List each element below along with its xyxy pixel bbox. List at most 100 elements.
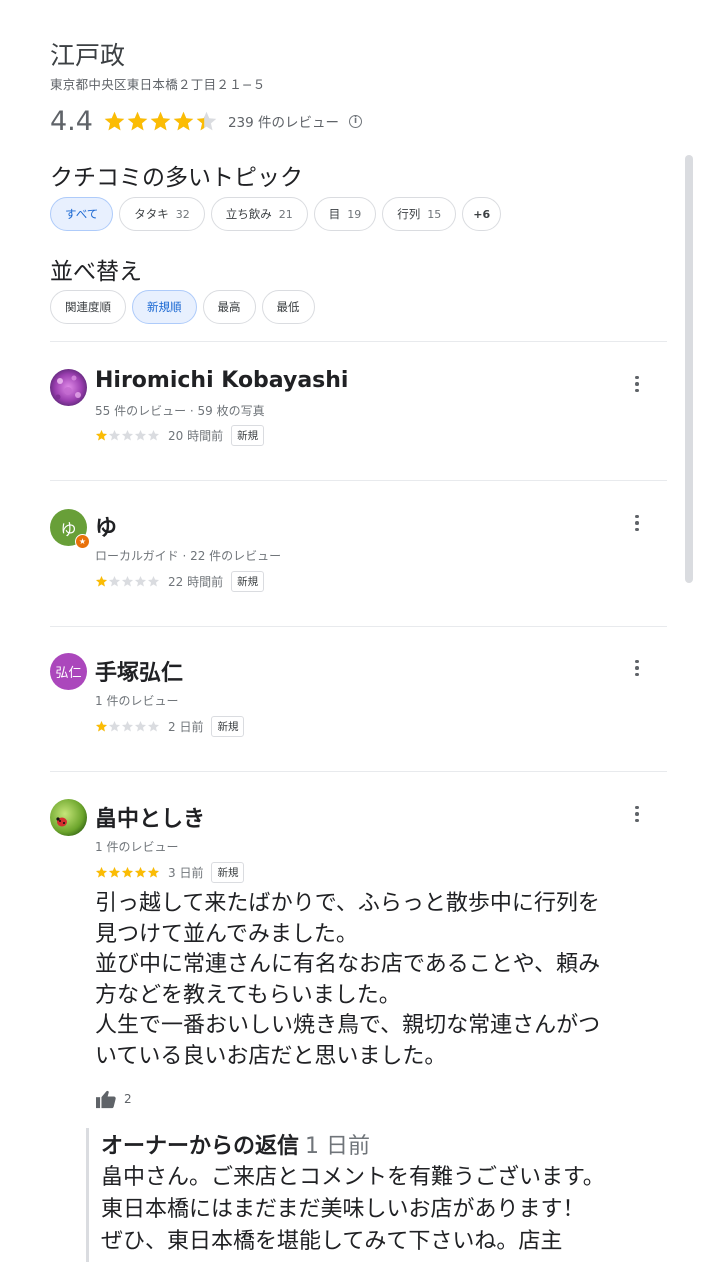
review-text-line: 並び中に常連さんに有名なお店であることや、頼み (95, 952, 601, 977)
star-icon (196, 111, 217, 130)
author-name[interactable]: Hiromichi Kobayashi (95, 368, 348, 393)
info-icon[interactable]: i (349, 114, 363, 128)
topic-chip-gyoretsu[interactable]: 行列 15 (382, 197, 457, 231)
star-icon (134, 720, 147, 731)
author-name[interactable]: 畠中としき (95, 801, 205, 833)
review-time: 20 時間前 (168, 428, 224, 443)
chip-label: 立ち飲み (225, 207, 272, 221)
author-meta: ローカルガイド · 22 件のレビュー (95, 549, 282, 563)
chip-label: +6 (473, 207, 491, 221)
more-options-icon[interactable] (628, 657, 646, 679)
more-options-icon[interactable] (628, 512, 646, 534)
owner-reply-header: オーナーからの返信 1 日前 (101, 1128, 676, 1162)
author-meta: 1 件のレビュー (95, 694, 179, 708)
sort-newest[interactable]: 新規順 (132, 290, 197, 324)
new-badge: 新規 (211, 715, 245, 737)
chip-label: 行列 (397, 207, 421, 221)
star-icon (147, 575, 160, 586)
star-icon (108, 429, 121, 440)
new-badge: 新規 (211, 861, 245, 883)
chip-count: 19 (347, 207, 362, 221)
more-options-icon[interactable] (628, 803, 646, 825)
review-text: 引っ越して来たばかりで、ふらっと散歩中に行列を 見つけて並んでみました。 並び中… (95, 889, 670, 1072)
star-icon (150, 111, 171, 130)
review-count[interactable]: 239 件のレビュー (228, 111, 339, 131)
avatar[interactable]: ゆ ★ (50, 509, 90, 549)
like-button[interactable]: 2 (95, 1089, 132, 1109)
new-badge: 新規 (231, 570, 265, 592)
topics-title: クチコミの多いトピック (50, 165, 303, 191)
avatar-photo (50, 799, 87, 836)
star-icon (95, 575, 108, 586)
owner-reply: オーナーからの返信 1 日前 畠中さん。ご来店とコメントを有難うございます。 東… (86, 1128, 676, 1262)
chip-label: 目 (328, 207, 341, 221)
thumbs-up-icon (96, 1090, 116, 1109)
star-icon (121, 720, 134, 731)
star-icon (95, 720, 108, 731)
review-rating-line: 22 時間前 新規 (95, 570, 265, 592)
sort-relevance[interactable]: 関連度順 (50, 290, 126, 324)
sort-lowest[interactable]: 最低 (261, 290, 315, 324)
review-time: 2 日前 (168, 719, 204, 734)
chip-count: 21 (278, 207, 293, 221)
place-address: 東京都中央区東日本橋２丁目２１−５ (50, 77, 266, 92)
local-guide-badge-icon: ★ (75, 534, 90, 549)
author-name[interactable]: ゆ (95, 510, 117, 542)
divider (50, 341, 667, 342)
owner-reply-time: 1 日前 (305, 1134, 371, 1159)
topic-chips: すべて タタキ 32 立ち飲み 21 目 19 行列 15 +6 (50, 197, 502, 231)
avatar[interactable]: 弘仁 (50, 653, 87, 690)
topic-chip-me[interactable]: 目 19 (313, 197, 377, 231)
scrollbar[interactable] (685, 155, 693, 583)
owner-reply-text: 畠中さん。ご来店とコメントを有難うございます。 東日本橋にはまだまだ美味しいお店… (101, 1162, 676, 1258)
topic-chip-more[interactable]: +6 (462, 197, 502, 231)
topic-chip-all[interactable]: すべて (50, 197, 114, 231)
avatar[interactable] (50, 799, 87, 836)
chip-label: タタキ (134, 207, 169, 221)
review-text-line: いている良いお店だと思いました。 (95, 1043, 447, 1069)
star-icon (134, 575, 147, 586)
review-rating-line: 2 日前 新規 (95, 715, 245, 737)
topic-chip-tachinomi[interactable]: 立ち飲み 21 (210, 197, 308, 231)
review-text-line: 見つけて並んでみました。 (95, 921, 358, 947)
star-icon (108, 866, 121, 877)
review-stars (95, 575, 160, 588)
star-icon (108, 575, 121, 586)
author-meta: 1 件のレビュー (95, 840, 179, 854)
divider (50, 771, 667, 772)
star-icon (147, 429, 160, 440)
owner-reply-line: ぜひ、東日本橋を堪能してみて下さいね。店主 (101, 1229, 563, 1254)
rating-value: 4.4 (50, 105, 93, 137)
author-name[interactable]: 手塚弘仁 (95, 655, 183, 687)
avatar-initial: 弘仁 (55, 666, 82, 681)
star-icon (95, 429, 108, 440)
chip-count: 15 (427, 207, 442, 221)
star-icon (95, 866, 108, 877)
like-count: 2 (124, 1092, 132, 1106)
owner-reply-line: 東日本橋にはまだまだ美味しいお店があります！ (101, 1197, 585, 1222)
review-rating-line: 20 時間前 新規 (95, 424, 265, 446)
review-text-line: 人生で一番おいしい焼き鳥で、親切な常連さんがつ (95, 1013, 601, 1038)
star-icon (173, 111, 194, 130)
star-icon (147, 720, 160, 731)
star-icon (134, 866, 147, 877)
review-time: 22 時間前 (168, 574, 224, 589)
star-icon (108, 720, 121, 731)
more-options-icon[interactable] (628, 373, 646, 395)
star-icon (121, 866, 134, 877)
avatar-photo (50, 369, 87, 406)
owner-reply-line: 畠中さん。ご来店とコメントを有難うございます。 (101, 1165, 605, 1190)
review-stars (95, 866, 160, 879)
avatar[interactable] (50, 369, 87, 406)
divider (50, 626, 667, 627)
review-text-line: 引っ越して来たばかりで、ふらっと散歩中に行列を (95, 891, 600, 916)
star-icon (147, 866, 160, 877)
chip-count: 32 (175, 207, 190, 221)
topic-chip-tataki[interactable]: タタキ 32 (119, 197, 205, 231)
rating-summary: 4.4 239 件のレビュー i (50, 104, 363, 138)
place-title: 江戸政 (50, 41, 126, 70)
star-icon (104, 111, 125, 130)
sort-highest[interactable]: 最高 (202, 290, 256, 324)
review-time: 3 日前 (168, 865, 204, 880)
divider (50, 480, 667, 481)
